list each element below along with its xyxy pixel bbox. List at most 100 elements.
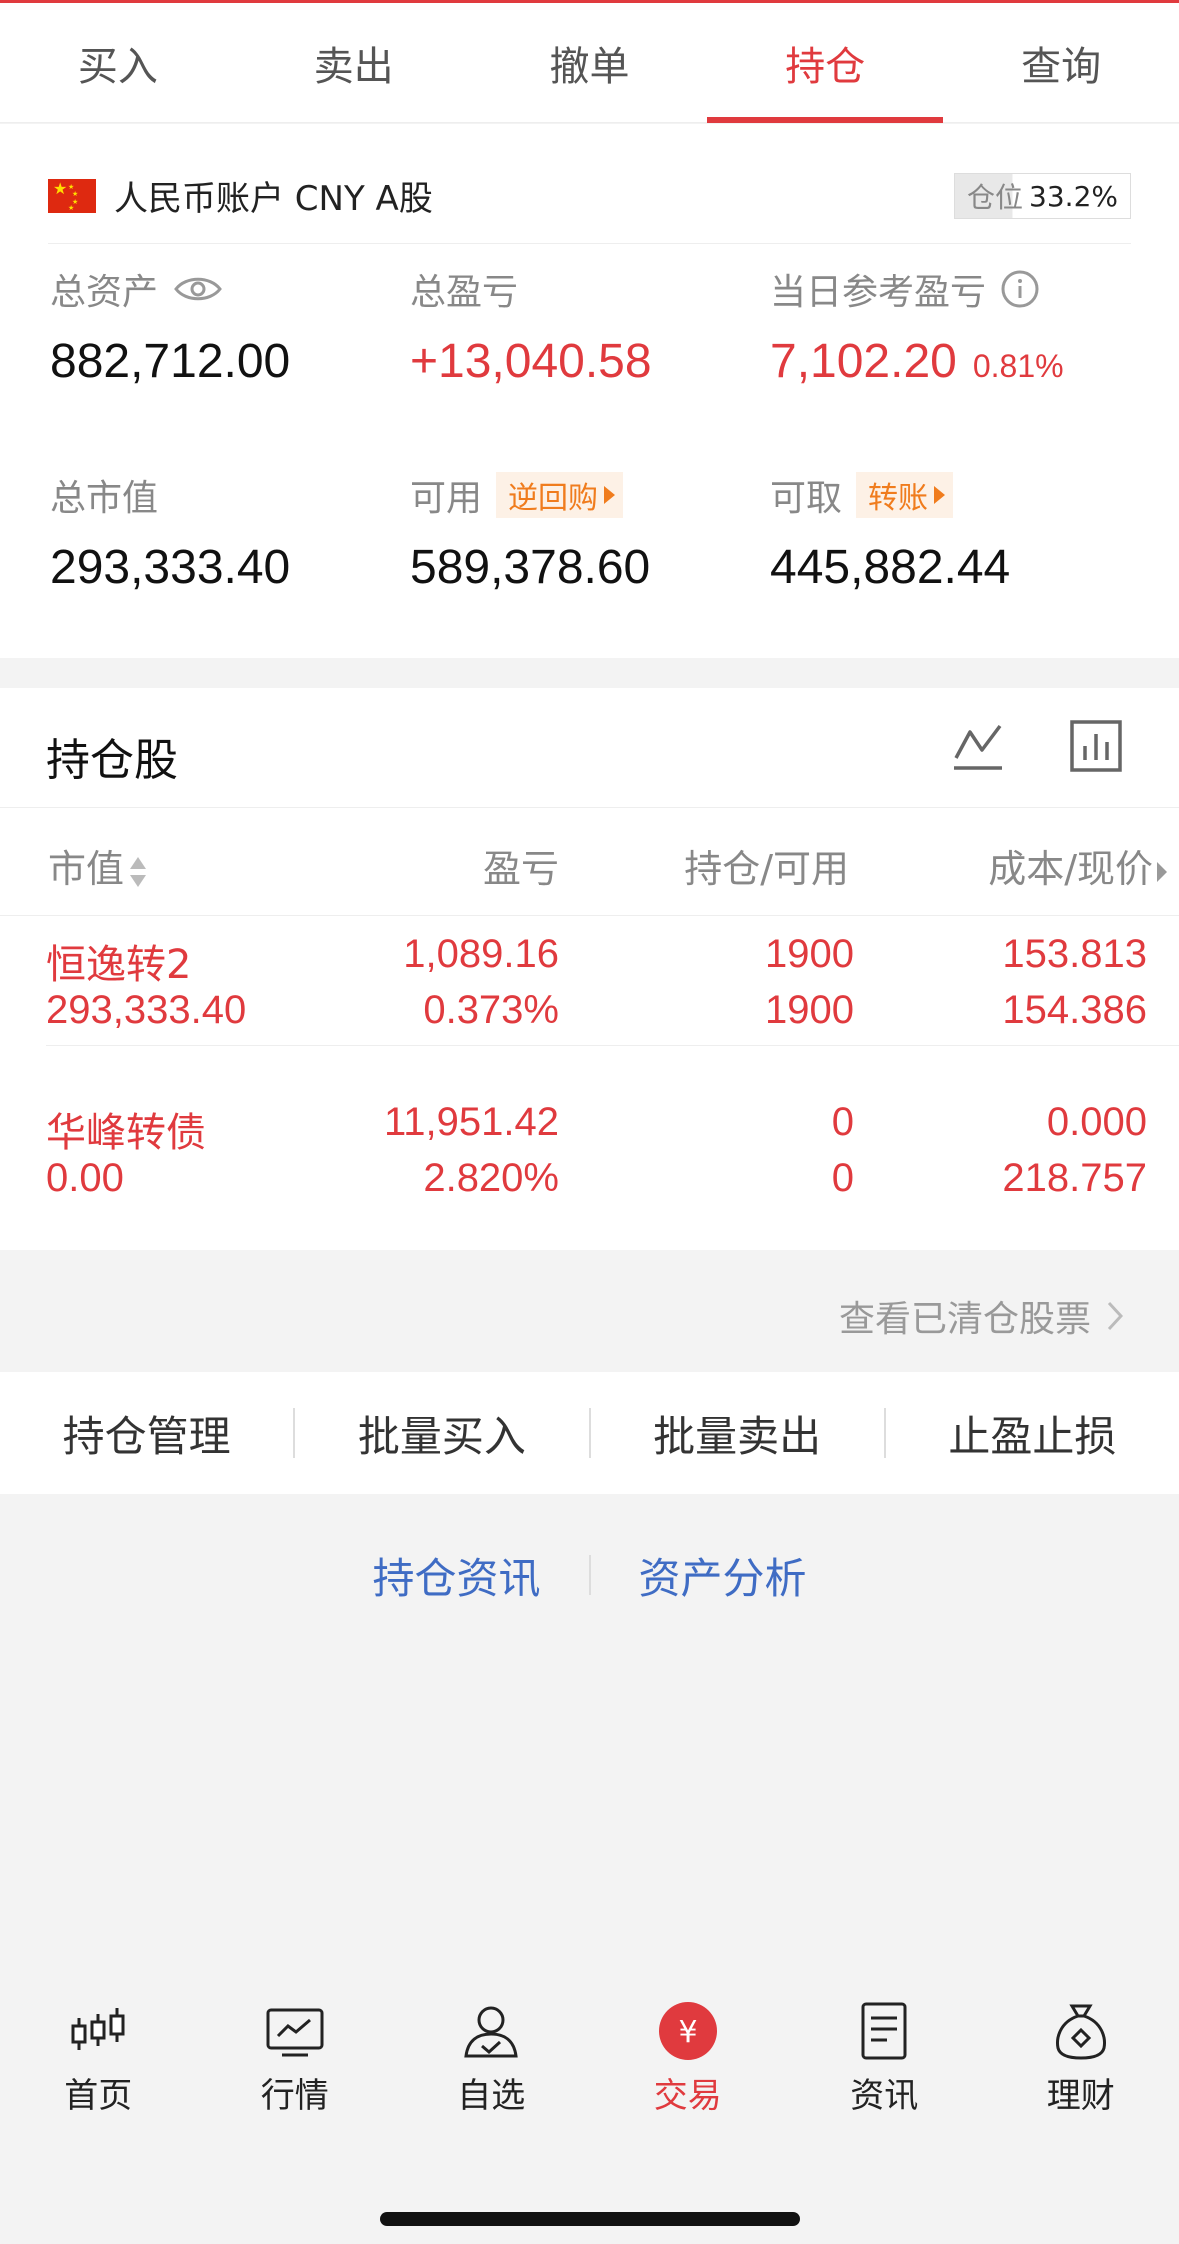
- tab-buy[interactable]: 买入: [0, 3, 236, 122]
- available-label: 可用: [410, 478, 483, 519]
- position-management-button[interactable]: 持仓管理: [0, 1403, 293, 1464]
- position-ratio-badge: 仓位 33.2%: [954, 173, 1131, 219]
- stop-profit-loss-button[interactable]: 止盈止损: [886, 1403, 1179, 1464]
- holding-available: 1900: [765, 988, 854, 1032]
- holding-price: 218.757: [1002, 1156, 1147, 1200]
- total-pnl-value: +13,040.58: [410, 335, 652, 388]
- withdrawable-label: 可取: [770, 478, 843, 519]
- holding-cost: 0.000: [1046, 1100, 1147, 1144]
- document-icon: [861, 2002, 907, 2060]
- info-links: 持仓资讯 资产分析: [0, 1540, 1179, 1610]
- info-icon[interactable]: [1000, 269, 1040, 309]
- holding-row[interactable]: 恒逸转2 293,333.40 1,089.16 0.373% 1900 190…: [0, 918, 1179, 1046]
- holding-pnl: 11,951.42: [384, 1100, 559, 1144]
- transfer-label: 转账: [868, 481, 929, 516]
- market-value-stat: 总市值 293,333.40: [50, 470, 290, 595]
- money-bag-icon: [1055, 2004, 1106, 2060]
- holding-position: 1900: [765, 932, 854, 976]
- nav-news[interactable]: 资讯: [786, 2000, 983, 2130]
- column-market-value-label: 市值: [48, 847, 125, 891]
- holdings-section: 持仓股 市值 盈亏 持仓/可用 成本/现价 恒逸转2 293,333.40 1,…: [0, 688, 1179, 1250]
- nav-market-label: 行情: [260, 2076, 329, 2116]
- holding-pnl: 1,089.16: [403, 932, 559, 976]
- chevron-right-icon: [1107, 1301, 1123, 1331]
- total-assets-label: 总资产: [50, 272, 159, 313]
- divider: [588, 1555, 591, 1595]
- holding-row[interactable]: 华峰转债 0.00 11,951.42 2.820% 0 0 0.000 218…: [0, 1086, 1179, 1214]
- holding-news-link[interactable]: 持仓资讯: [372, 1545, 540, 1606]
- column-market-value[interactable]: 市值: [48, 838, 148, 893]
- cleared-stocks-link[interactable]: 查看已清仓股票: [839, 1290, 1123, 1342]
- daily-pnl-value: 7,102.20: [770, 335, 957, 388]
- total-assets-value: 882,712.00: [50, 335, 291, 388]
- eye-icon[interactable]: [174, 275, 222, 303]
- asset-analysis-link[interactable]: 资产分析: [639, 1545, 807, 1606]
- triangle-right-icon: [934, 486, 946, 504]
- position-value: 33.2%: [1029, 179, 1118, 213]
- account-name: 人民币账户 CNY A股: [114, 179, 433, 219]
- total-pnl-label: 总盈亏: [410, 272, 519, 313]
- nav-home-label: 首页: [64, 2076, 133, 2116]
- withdrawable-value: 445,882.44: [770, 541, 1011, 594]
- tab-sell[interactable]: 卖出: [236, 3, 472, 122]
- column-position: 持仓/可用: [684, 847, 849, 891]
- daily-pnl-label: 当日参考盈亏: [770, 272, 987, 313]
- candlestick-icon: [71, 2008, 125, 2050]
- holding-market-value: 293,333.40: [46, 988, 247, 1032]
- line-chart-icon[interactable]: [950, 718, 1006, 774]
- holdings-header: 持仓股: [0, 688, 1179, 808]
- nav-news-label: 资讯: [850, 2076, 919, 2116]
- holding-position: 0: [831, 1100, 854, 1144]
- market-value-value: 293,333.40: [50, 541, 291, 594]
- total-pnl-stat: 总盈亏 +13,040.58: [410, 264, 652, 389]
- reverse-repo-button[interactable]: 逆回购: [496, 472, 624, 518]
- chart-monitor-icon: [266, 2008, 324, 2057]
- holding-market-value: 0.00: [46, 1156, 124, 1200]
- holding-cost: 153.813: [1002, 932, 1147, 976]
- row-divider: [46, 1045, 1179, 1046]
- holdings-title: 持仓股: [46, 735, 178, 786]
- nav-watchlist-label: 自选: [457, 2076, 526, 2116]
- nav-watchlist[interactable]: 自选: [393, 2000, 590, 2130]
- cleared-stocks-label: 查看已清仓股票: [838, 1299, 1091, 1340]
- tab-holdings[interactable]: 持仓: [707, 3, 943, 123]
- bar-chart-icon[interactable]: [1068, 718, 1124, 774]
- batch-sell-button[interactable]: 批量卖出: [591, 1403, 884, 1464]
- china-flag-icon: ★ ★ ★ ★ ★: [48, 178, 96, 213]
- transfer-button[interactable]: 转账: [856, 472, 954, 518]
- holding-pnl-pct: 0.373%: [423, 988, 559, 1032]
- nav-wealth[interactable]: 理财: [983, 2000, 1179, 2130]
- person-check-icon: [464, 2006, 518, 2058]
- holding-pnl-pct: 2.820%: [423, 1156, 559, 1200]
- holding-name: 华峰转债: [46, 1110, 206, 1156]
- holding-price: 154.386: [1002, 988, 1147, 1032]
- column-cost-price-label: 成本/现价: [988, 847, 1153, 891]
- tab-cancel[interactable]: 撤单: [472, 3, 708, 122]
- column-cost-price[interactable]: 成本/现价: [988, 838, 1169, 893]
- holdings-column-header: 市值 盈亏 持仓/可用 成本/现价: [0, 808, 1179, 916]
- reverse-repo-label: 逆回购: [508, 481, 599, 516]
- nav-trade-label: 交易: [653, 2076, 722, 2116]
- nav-market[interactable]: 行情: [197, 2000, 394, 2130]
- nav-trade[interactable]: ¥ 交易: [590, 2000, 787, 2130]
- batch-buy-button[interactable]: 批量买入: [295, 1403, 588, 1464]
- total-assets-stat: 总资产 882,712.00: [50, 264, 290, 389]
- position-label: 仓位: [967, 181, 1024, 214]
- column-pnl: 盈亏: [482, 847, 559, 891]
- account-selector[interactable]: ★ ★ ★ ★ ★ 人民币账户 CNY A股 仓位 33.2%: [48, 148, 1131, 244]
- account-summary: ★ ★ ★ ★ ★ 人民币账户 CNY A股 仓位 33.2% 总资产 882,…: [0, 124, 1179, 658]
- svg-text:¥: ¥: [678, 2015, 697, 2050]
- tab-query[interactable]: 查询: [943, 3, 1179, 122]
- yuan-icon: ¥: [658, 2002, 717, 2060]
- withdrawable-stat: 可取 转账 445,882.44: [770, 470, 1010, 595]
- nav-home[interactable]: 首页: [0, 2000, 197, 2130]
- daily-pnl-pct: 0.81%: [972, 348, 1064, 384]
- home-indicator: [380, 2212, 800, 2226]
- market-value-label: 总市值: [50, 478, 159, 519]
- cleared-stocks-bar: 查看已清仓股票: [0, 1252, 1179, 1370]
- available-stat: 可用 逆回购 589,378.60: [410, 470, 650, 595]
- chevron-right-icon: [1157, 861, 1167, 882]
- nav-wealth-label: 理财: [1046, 2076, 1115, 2116]
- triangle-right-icon: [604, 486, 616, 504]
- daily-pnl-stat: 当日参考盈亏 7,102.20 0.81%: [770, 264, 1064, 389]
